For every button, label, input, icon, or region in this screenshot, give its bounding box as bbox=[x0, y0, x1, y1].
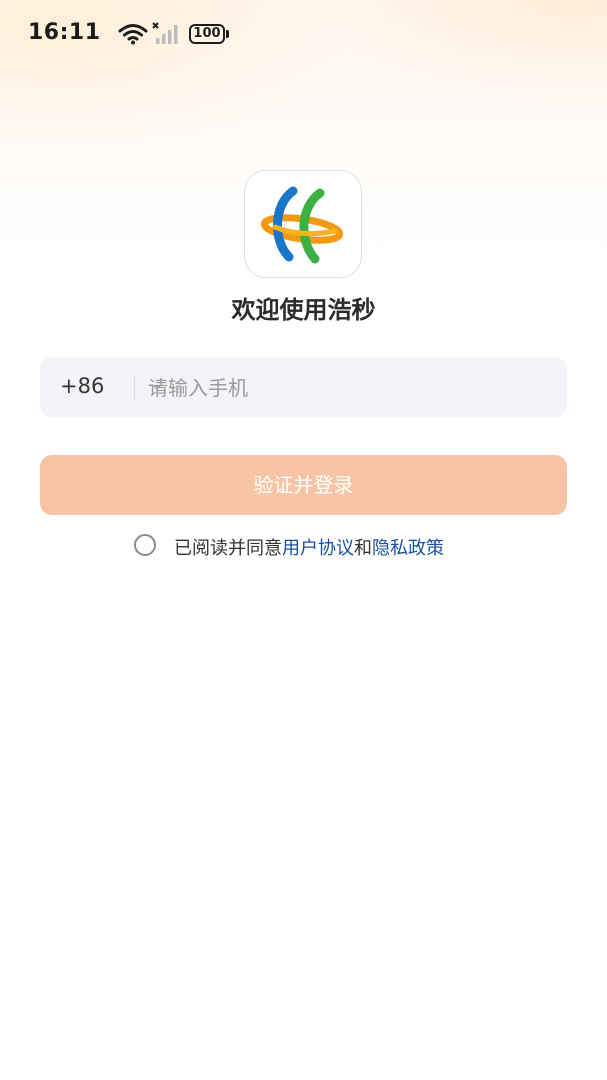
app-logo-icon bbox=[244, 170, 362, 278]
agreement-prefix: 已阅读并同意 bbox=[174, 538, 282, 559]
welcome-title: 欢迎使用浩秒 bbox=[231, 296, 376, 324]
verify-login-button[interactable]: 验证并登录 bbox=[40, 455, 567, 515]
battery-level: 100 bbox=[189, 24, 225, 44]
divider bbox=[134, 375, 135, 401]
agreement-conjunction: 和 bbox=[354, 538, 372, 559]
battery-cap bbox=[226, 30, 229, 38]
user-agreement-link[interactable]: 用户协议 bbox=[282, 538, 354, 559]
phone-input[interactable] bbox=[146, 367, 550, 409]
phone-input-group: +86 bbox=[40, 357, 567, 417]
country-code-selector[interactable]: +86 bbox=[60, 374, 104, 398]
signal-icon bbox=[152, 22, 178, 44]
status-bar: 16:11 100 bbox=[0, 0, 607, 70]
privacy-policy-link[interactable]: 隐私政策 bbox=[372, 538, 444, 559]
agreement-checkbox[interactable] bbox=[134, 534, 156, 556]
wifi-icon bbox=[118, 24, 148, 45]
battery-icon: 100 bbox=[189, 24, 229, 44]
status-time: 16:11 bbox=[28, 20, 101, 45]
agreement-text: 已阅读并同意用户协议和隐私政策 bbox=[174, 534, 444, 560]
agreement-row: 已阅读并同意用户协议和隐私政策 bbox=[0, 533, 607, 559]
